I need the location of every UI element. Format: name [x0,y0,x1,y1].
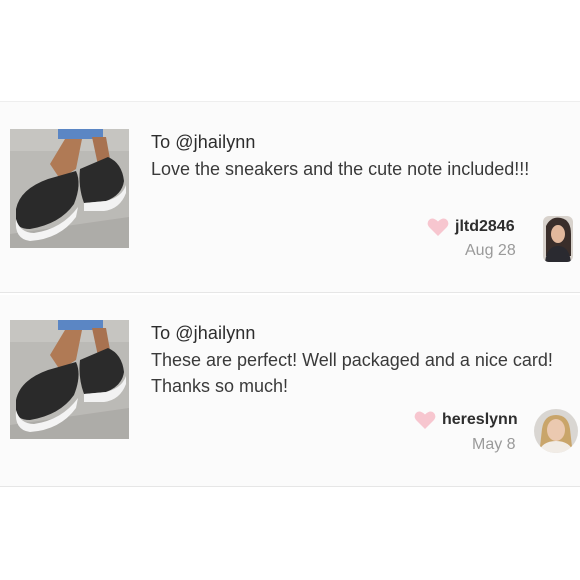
reviewer-username[interactable]: hereslynn [442,411,518,429]
heart-icon[interactable] [427,217,449,237]
review-date: Aug 28 [465,242,516,259]
reviewer-username[interactable]: jltd2846 [455,218,515,236]
avatar-icon [534,409,578,453]
product-thumbnail[interactable] [10,129,129,248]
reviews-feed: To @jhailynn Love the sneakers and the c… [0,0,580,580]
review-card: To @jhailynn These are perfect! Well pac… [0,295,580,487]
heart-icon[interactable] [414,410,436,430]
avatar-icon [543,216,573,262]
review-card: To @jhailynn Love the sneakers and the c… [0,101,580,293]
review-recipient[interactable]: To @jhailynn [151,323,256,344]
review-date: May 8 [472,436,516,453]
reviewer-avatar[interactable] [534,409,578,453]
sneaker-photo-icon [10,320,129,439]
sneaker-photo-icon [10,129,129,248]
review-text: These are perfect! Well packaged and a n… [151,350,553,396]
reviewer-avatar[interactable] [543,216,573,262]
review-text: Love the sneakers and the cute note incl… [151,159,530,179]
product-thumbnail[interactable] [10,320,129,439]
review-recipient[interactable]: To @jhailynn [151,132,256,153]
